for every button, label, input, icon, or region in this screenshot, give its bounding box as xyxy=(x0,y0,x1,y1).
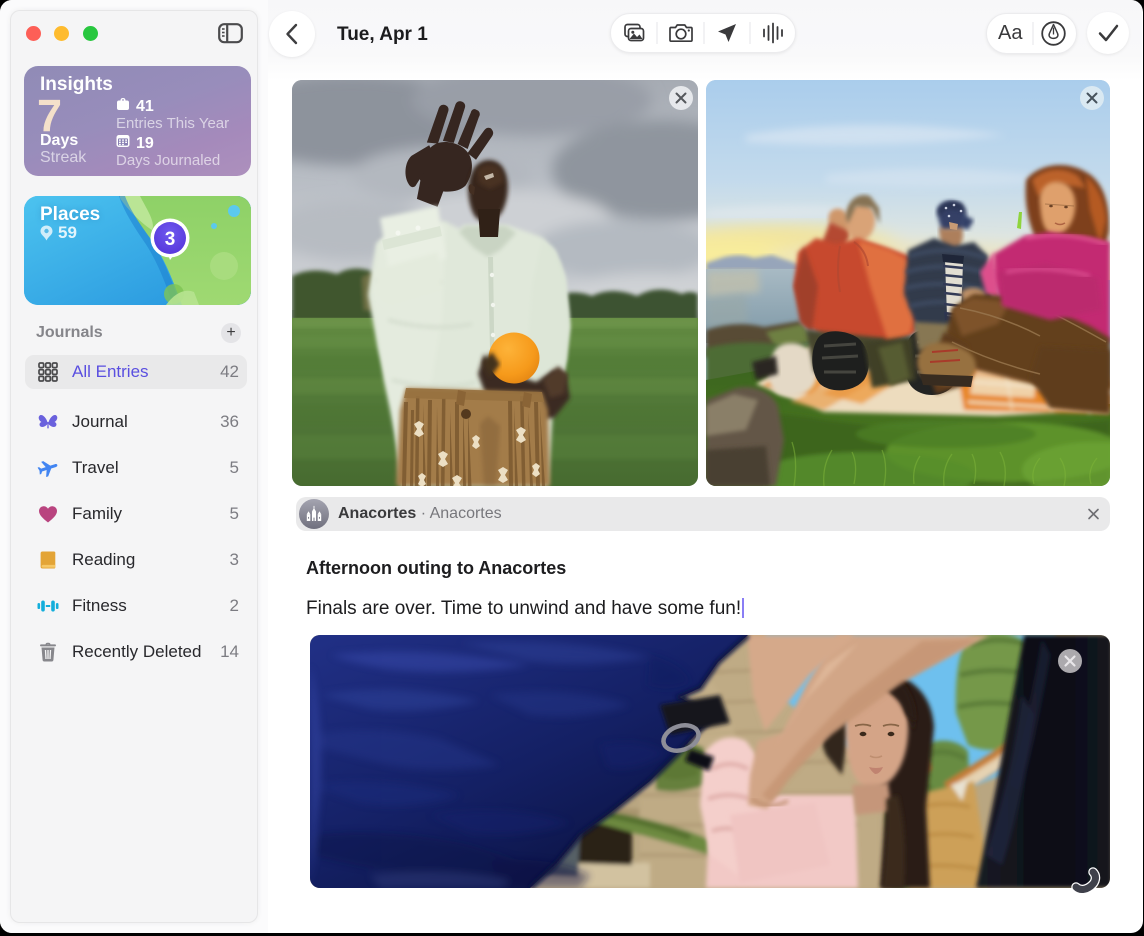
svg-text:3: 3 xyxy=(165,229,176,250)
